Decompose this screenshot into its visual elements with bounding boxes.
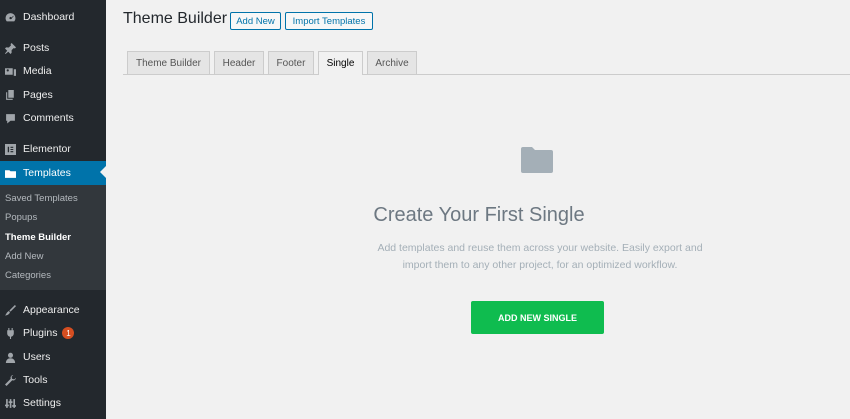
tab-archive[interactable]: Archive <box>367 51 417 74</box>
empty-state-title: Create Your First Single <box>373 204 585 226</box>
tab-single[interactable]: Single <box>318 51 363 75</box>
settings-icon <box>5 398 16 409</box>
dashboard-icon <box>5 12 16 23</box>
menu-label: Dashboard <box>23 11 75 23</box>
pin-icon <box>5 42 16 54</box>
menu-item-media[interactable]: Media <box>0 60 106 82</box>
menu-item-appearance[interactable]: Appearance <box>0 299 106 321</box>
submenu-categories[interactable]: Categories <box>5 270 51 281</box>
menu-item-pages[interactable]: Pages <box>0 84 106 106</box>
admin-sidebar: Dashboard Posts Media Pages Comments Ele… <box>0 0 106 419</box>
elementor-icon <box>5 143 16 155</box>
tab-header[interactable]: Header <box>214 51 264 74</box>
menu-label: Settings <box>23 397 61 409</box>
menu-label: Appearance <box>23 304 80 316</box>
menu-label: Templates <box>23 167 71 179</box>
folder-icon <box>5 168 16 179</box>
tabs-divider <box>123 74 850 75</box>
menu-item-posts[interactable]: Posts <box>0 37 106 59</box>
menu-label: Media <box>23 65 52 77</box>
tab-footer[interactable]: Footer <box>268 51 314 74</box>
comment-icon <box>5 113 16 124</box>
menu-label: Posts <box>23 42 50 54</box>
menu-item-plugins[interactable]: Plugins 1 <box>0 322 106 344</box>
templates-submenu: Saved Templates Popups Theme Builder Add… <box>0 185 106 290</box>
brush-icon <box>5 304 16 316</box>
add-new-single-button[interactable]: ADD NEW SINGLE <box>471 301 604 334</box>
menu-label: Users <box>23 351 51 363</box>
folder-icon <box>521 147 553 173</box>
page-title: Theme Builder <box>123 10 228 27</box>
description-line: Add templates and reuse them across your… <box>377 242 703 254</box>
menu-label: Plugins <box>23 327 58 339</box>
submenu-theme-builder[interactable]: Theme Builder <box>5 232 71 243</box>
pages-icon <box>5 89 16 101</box>
submenu-popups[interactable]: Popups <box>5 212 37 223</box>
menu-item-tools[interactable]: Tools <box>0 369 106 391</box>
user-icon <box>5 352 16 363</box>
menu-item-elementor[interactable]: Elementor <box>0 138 106 160</box>
menu-item-settings[interactable]: Settings <box>0 392 106 414</box>
add-new-button[interactable]: Add New <box>230 12 281 30</box>
menu-item-dashboard[interactable]: Dashboard <box>0 6 106 28</box>
empty-state-description: Add templates and reuse them across your… <box>360 240 720 274</box>
menu-label: Tools <box>23 374 48 386</box>
submenu-saved-templates[interactable]: Saved Templates <box>5 193 78 204</box>
menu-item-users[interactable]: Users <box>0 346 106 368</box>
plugin-icon <box>5 327 16 339</box>
import-templates-button[interactable]: Import Templates <box>285 12 373 30</box>
tab-theme-builder[interactable]: Theme Builder <box>127 51 210 74</box>
menu-label: Elementor <box>23 143 71 155</box>
description-line: import them to any other project, for an… <box>402 259 678 271</box>
submenu-add-new[interactable]: Add New <box>5 251 44 262</box>
menu-item-templates[interactable]: Templates <box>0 161 106 185</box>
menu-label: Pages <box>23 89 53 101</box>
menu-label: Comments <box>23 112 74 124</box>
update-count-badge: 1 <box>62 327 75 339</box>
media-icon <box>5 66 16 77</box>
wrench-icon <box>5 374 16 386</box>
menu-item-comments[interactable]: Comments <box>0 107 106 129</box>
